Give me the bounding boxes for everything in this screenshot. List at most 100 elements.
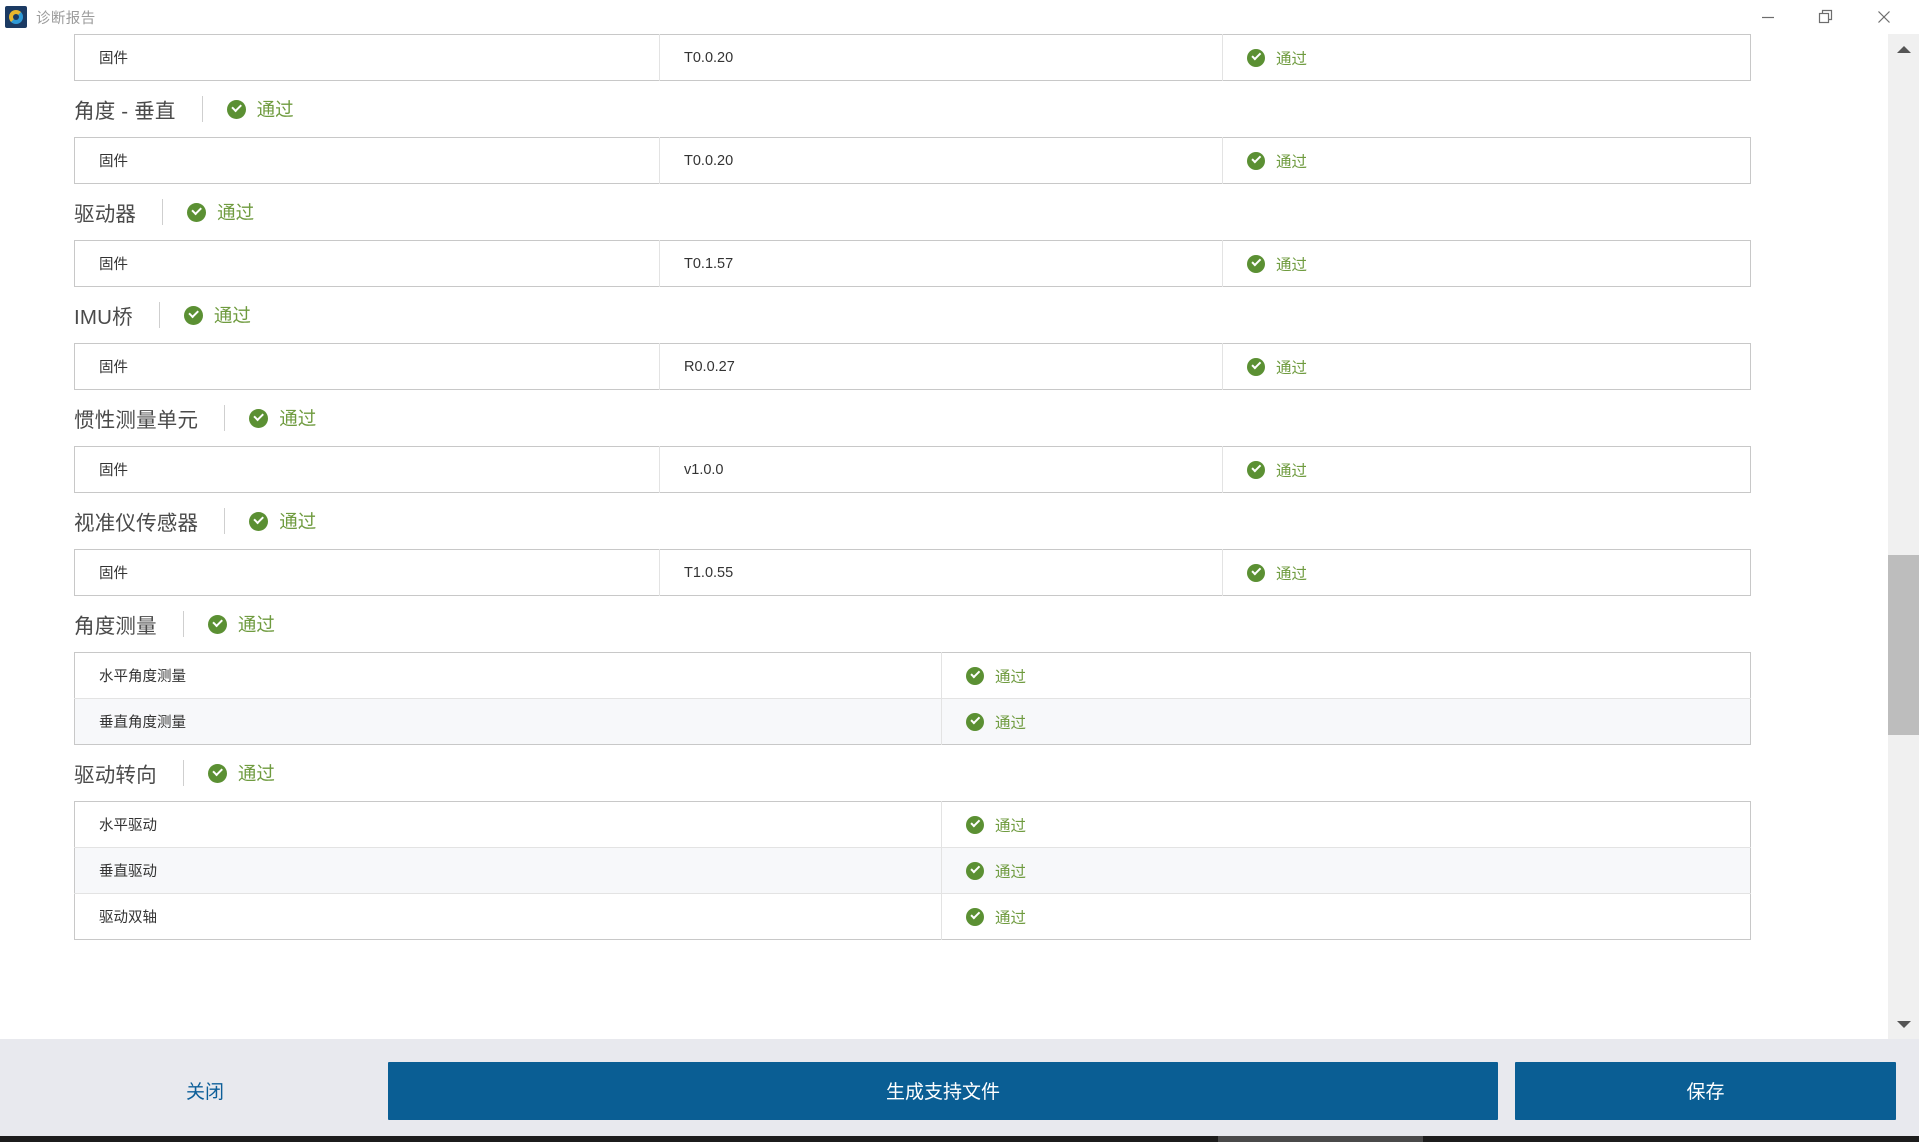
row-status: 通过 (942, 894, 1751, 940)
close-dialog-button[interactable]: 关闭 (115, 1063, 295, 1118)
status-label: 通过 (995, 860, 1026, 882)
section-status: 通过 (249, 405, 316, 431)
vertical-scrollbar[interactable] (1887, 34, 1919, 1039)
table-row: 固件 T0.0.20 通过 (75, 35, 1751, 81)
section-status: 通过 (208, 611, 275, 637)
row-status: 通过 (1223, 138, 1751, 184)
detail-table: 固件 T1.0.55 通过 (74, 549, 1751, 596)
row-status: 通过 (942, 848, 1751, 894)
check-circle-icon (187, 203, 206, 222)
footer-action-bar: 关闭 生成支持文件 保存 (0, 1039, 1919, 1142)
taskbar-edge (0, 1136, 1919, 1142)
diagnostic-report-window: 诊断报告 (0, 0, 1919, 1142)
save-button[interactable]: 保存 (1515, 1062, 1896, 1120)
section-status-label: 通过 (238, 611, 275, 637)
check-table: 水平驱动 通过 垂直驱动 (74, 801, 1751, 940)
row-status: 通过 (1223, 241, 1751, 287)
section-title: 驱动器 (74, 197, 136, 227)
table-row: 垂直角度测量 通过 (75, 699, 1751, 745)
section-header-drive-steering: 驱动转向 通过 (74, 745, 1751, 801)
table-row: 固件 T0.1.57 通过 (75, 241, 1751, 287)
status-label: 通过 (1276, 562, 1307, 584)
check-circle-icon (966, 816, 984, 834)
row-status: 通过 (942, 802, 1751, 848)
divider (202, 96, 203, 122)
check-circle-icon (208, 764, 227, 783)
section-status-label: 通过 (279, 508, 316, 534)
check-circle-icon (249, 409, 268, 428)
section-status: 通过 (208, 760, 275, 786)
divider (159, 302, 160, 328)
minimize-button[interactable] (1739, 0, 1797, 34)
scroll-down-button[interactable] (1888, 1009, 1919, 1039)
section-status-label: 通过 (257, 96, 294, 122)
window-title: 诊断报告 (36, 7, 96, 28)
row-version: T0.0.20 (660, 35, 1223, 81)
divider (183, 611, 184, 637)
check-circle-icon (208, 615, 227, 634)
row-status: 通过 (942, 653, 1751, 699)
detail-table: 固件 T0.0.20 通过 (74, 34, 1751, 81)
section-status-label: 通过 (214, 302, 251, 328)
status-label: 通过 (1276, 150, 1307, 172)
app-logo-icon (5, 6, 27, 28)
row-status: 通过 (942, 699, 1751, 745)
check-circle-icon (1247, 152, 1265, 170)
section-status: 通过 (249, 508, 316, 534)
row-name: 固件 (75, 241, 660, 287)
report-content: 固件 T0.0.20 通过 角度 - 垂直 (0, 34, 1887, 940)
chevron-up-icon (1897, 46, 1911, 53)
scrollbar-thumb[interactable] (1888, 555, 1919, 735)
section-header-inertial-measurement-unit: 惯性测量单元 通过 (74, 390, 1751, 446)
section-status: 通过 (187, 199, 254, 225)
row-name: 固件 (75, 550, 660, 596)
check-circle-icon (1247, 49, 1265, 67)
divider (224, 508, 225, 534)
section-title: 驱动转向 (74, 758, 157, 788)
check-circle-icon (227, 100, 246, 119)
table-row: 固件 T0.0.20 通过 (75, 138, 1751, 184)
table-row: 水平驱动 通过 (75, 802, 1751, 848)
scroll-up-button[interactable] (1888, 34, 1919, 64)
divider (162, 199, 163, 225)
status-label: 通过 (1276, 47, 1307, 69)
taskbar-active-item (1218, 1136, 1423, 1142)
check-circle-icon (249, 512, 268, 531)
check-circle-icon (966, 862, 984, 880)
detail-table: 固件 T0.1.57 通过 (74, 240, 1751, 287)
close-button[interactable] (1855, 0, 1913, 34)
section-status: 通过 (184, 302, 251, 328)
table-row: 垂直驱动 通过 (75, 848, 1751, 894)
row-version: T0.1.57 (660, 241, 1223, 287)
check-circle-icon (1247, 461, 1265, 479)
row-version: v1.0.0 (660, 447, 1223, 493)
detail-table: 固件 T0.0.20 通过 (74, 137, 1751, 184)
row-name: 垂直驱动 (75, 848, 942, 894)
row-name: 驱动双轴 (75, 894, 942, 940)
row-status: 通过 (1223, 447, 1751, 493)
detail-table: 固件 v1.0.0 通过 (74, 446, 1751, 493)
row-name: 垂直角度测量 (75, 699, 942, 745)
section-title: 角度 - 垂直 (74, 94, 176, 124)
status-label: 通过 (1276, 253, 1307, 275)
row-status: 通过 (1223, 344, 1751, 390)
check-circle-icon (966, 713, 984, 731)
report-scroll-region[interactable]: 固件 T0.0.20 通过 角度 - 垂直 (0, 34, 1887, 1039)
section-title: 视准仪传感器 (74, 506, 198, 536)
table-row: 水平角度测量 通过 (75, 653, 1751, 699)
section-status-label: 通过 (238, 760, 275, 786)
divider (183, 760, 184, 786)
scrollbar-track[interactable] (1888, 64, 1919, 1009)
section-header-driver: 驱动器 通过 (74, 184, 1751, 240)
check-table: 水平角度测量 通过 垂直角度测量 (74, 652, 1751, 745)
check-circle-icon (1247, 564, 1265, 582)
status-label: 通过 (995, 665, 1026, 687)
restore-button[interactable] (1797, 0, 1855, 34)
section-header-angle-measurement: 角度测量 通过 (74, 596, 1751, 652)
section-title: 惯性测量单元 (74, 403, 198, 433)
table-row: 固件 v1.0.0 通过 (75, 447, 1751, 493)
section-header-imu-bridge: IMU桥 通过 (74, 287, 1751, 343)
table-row: 固件 T1.0.55 通过 (75, 550, 1751, 596)
generate-support-file-button[interactable]: 生成支持文件 (388, 1062, 1498, 1120)
section-header-angle-vertical: 角度 - 垂直 通过 (74, 81, 1751, 137)
